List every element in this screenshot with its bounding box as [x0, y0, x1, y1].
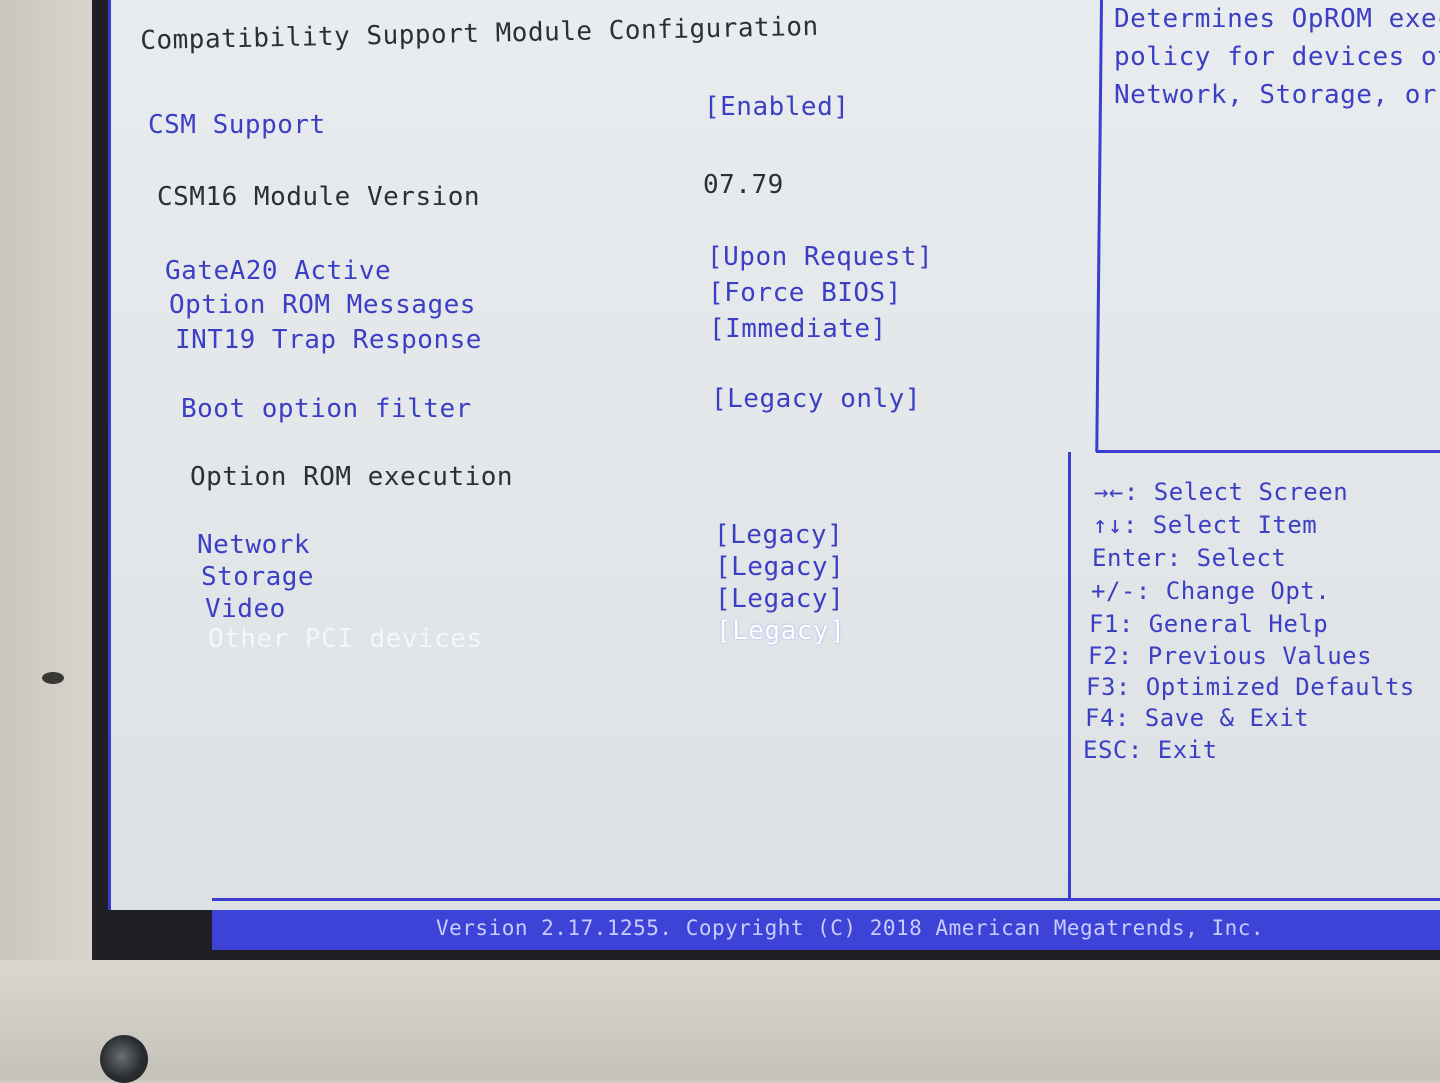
video-label[interactable]: Video: [205, 594, 286, 624]
key-hint-esc: ESC: Exit: [1083, 736, 1218, 764]
help-divider-lower: [1068, 452, 1071, 898]
key-hint-f2: F2: Previous Values: [1088, 642, 1373, 670]
footer-copyright: Version 2.17.1255. Copyright (C) 2018 Am…: [436, 916, 1265, 940]
key-hint-select-item: ↑↓: Select Item: [1093, 511, 1318, 539]
option-rom-messages-label[interactable]: Option ROM Messages: [169, 290, 476, 320]
key-hint-f4: F4: Save & Exit: [1085, 704, 1310, 732]
left-frame-line: [108, 0, 111, 910]
gatea20-value[interactable]: [Upon Request]: [707, 242, 933, 272]
csm16-version-label: CSM16 Module Version: [157, 182, 481, 212]
key-hint-f3: F3: Optimized Defaults: [1086, 673, 1415, 701]
option-rom-execution-heading: Option ROM execution: [190, 462, 514, 492]
storage-value[interactable]: [Legacy]: [715, 552, 844, 582]
key-hint-enter: Enter: Select: [1092, 544, 1287, 572]
network-label[interactable]: Network: [197, 530, 310, 560]
option-rom-messages-value[interactable]: [Force BIOS]: [708, 278, 902, 308]
monitor-knob: [100, 1035, 148, 1083]
int19-trap-label[interactable]: INT19 Trap Response: [175, 325, 482, 355]
storage-label[interactable]: Storage: [201, 562, 314, 592]
monitor-bezel-left: [0, 0, 92, 1080]
gatea20-label[interactable]: GateA20 Active: [165, 256, 391, 286]
monitor-bezel-bottom: [0, 960, 1440, 1080]
key-hint-f1: F1: General Help: [1089, 610, 1329, 638]
bottom-frame-line: [212, 898, 1440, 901]
csm16-version-value: 07.79: [703, 170, 784, 200]
csm-support-label[interactable]: CSM Support: [148, 110, 326, 140]
network-value[interactable]: [Legacy]: [714, 520, 843, 550]
boot-option-filter-label[interactable]: Boot option filter: [181, 394, 472, 424]
csm-support-value[interactable]: [Enabled]: [704, 92, 849, 122]
video-value[interactable]: [Legacy]: [715, 584, 844, 614]
other-pci-label[interactable]: Other PCI devices: [208, 624, 483, 654]
help-line: Determines OpROM exec: [1114, 4, 1440, 34]
boot-option-filter-value[interactable]: [Legacy only]: [711, 384, 921, 414]
key-hint-change-opt: +/-: Change Opt.: [1091, 577, 1331, 605]
help-line: Network, Storage, or: [1114, 80, 1438, 110]
key-hint-select-screen: →←: Select Screen: [1094, 478, 1349, 506]
int19-trap-value[interactable]: [Immediate]: [709, 314, 887, 344]
other-pci-value[interactable]: [Legacy]: [716, 616, 845, 646]
help-keys-separator: [1096, 450, 1440, 453]
bezel-screw: [42, 672, 64, 684]
help-line: policy for devices ot: [1114, 42, 1440, 72]
